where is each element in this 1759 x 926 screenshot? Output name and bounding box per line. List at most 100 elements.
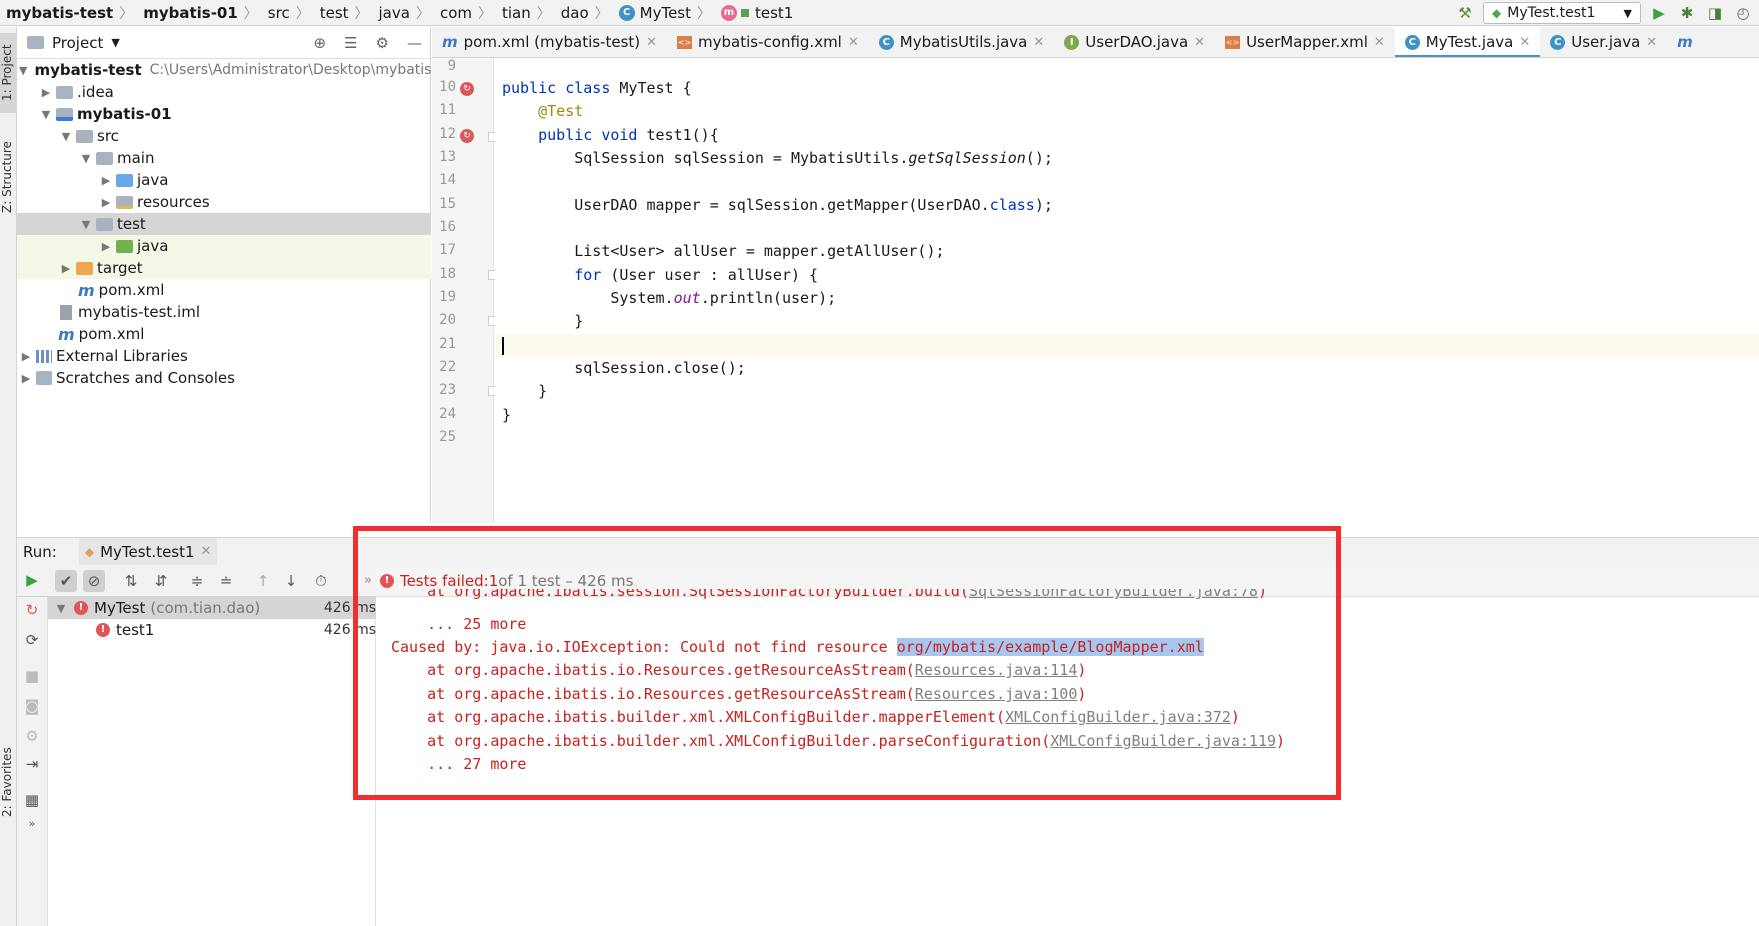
rerun-icon[interactable]: ▶ [21,569,43,591]
tab-pom-root[interactable]: m pom.xml (mybatis-test) ✕ [432,27,667,57]
close-icon[interactable]: ✕ [646,35,657,50]
code-editor[interactable]: public class MyTest { @Test public void … [495,58,1759,523]
tab-mybatis-config[interactable]: <> mybatis-config.xml ✕ [667,27,869,57]
sort-duration-icon[interactable]: ⇵ [150,570,172,592]
close-icon[interactable]: ✕ [1374,35,1385,50]
breadcrumb-project[interactable]: mybatis-test 〉 [0,0,137,26]
breadcrumb-test[interactable]: test 〉 [314,0,373,26]
line-number: 9 [447,58,456,74]
layout-icon[interactable]: ▦ [21,789,43,811]
test-class-row[interactable]: ▼ ! MyTest (com.tian.dao) 426 ms [48,597,376,619]
tree-item-scratches[interactable]: ▶ Scratches and Consoles [17,367,431,389]
coverage-icon[interactable]: ◨ [1705,3,1725,23]
camera-icon[interactable]: ◙ [21,695,43,717]
tab-overflow[interactable]: m [1667,27,1703,57]
import-tests-icon[interactable]: ⇥ [21,753,43,775]
settings-icon[interactable]: ⚙ [21,725,43,747]
tree-item-root-pom[interactable]: m pom.xml [17,323,431,345]
show-passed-toggle[interactable]: ✔ [55,570,77,592]
profile-icon[interactable]: ◴ [1733,3,1753,23]
run-test-method-icon[interactable]: ↻ [460,129,474,143]
tree-root-project[interactable]: ▼ mybatis-test C:\Users\Administrator\Des… [17,59,451,81]
build-hammer-icon[interactable]: ⚒ [1455,3,1475,23]
run-tab[interactable]: ◆ MyTest.test1 ✕ [78,537,218,566]
folder-icon [96,217,113,231]
tree-item-external-libraries[interactable]: ▶ External Libraries [17,345,431,367]
maven-icon: m [78,280,95,300]
locate-icon[interactable]: ⊕ [314,34,327,52]
breadcrumb-com[interactable]: com 〉 [434,0,496,26]
gear-icon[interactable]: ⚙ [376,34,389,52]
project-panel-title[interactable]: Project [52,34,103,52]
breadcrumb-module[interactable]: mybatis-01 〉 [137,0,262,26]
collapsed-arrow-icon: ▶ [101,173,111,187]
close-icon[interactable]: ✕ [1519,35,1530,50]
more-icon[interactable]: » [21,812,43,834]
breadcrumb-dao[interactable]: dao 〉 [555,0,613,26]
debug-icon[interactable]: ✱ [1677,3,1697,23]
breadcrumb-method[interactable]: m test1 [715,0,797,26]
rerun-failed-icon[interactable]: ↻ [21,599,43,621]
project-tool-tab[interactable]: 1: Project [0,33,17,113]
breadcrumb-class[interactable]: C MyTest 〉 [613,0,715,26]
chevron-down-icon[interactable]: ▼ [111,36,119,49]
highlight-box [353,526,1341,800]
tab-mybatis-utils[interactable]: C MybatisUtils.java ✕ [869,27,1055,57]
tab-user-dao[interactable]: I UserDAO.java ✕ [1054,27,1215,57]
line-number: 23 [439,382,456,398]
test-results-tree: ▼ ! MyTest (com.tian.dao) 426 ms ! test1… [48,597,376,926]
line-number: 10 [439,79,456,95]
close-icon[interactable]: ✕ [1646,35,1657,50]
next-failure-icon[interactable]: ↓ [280,570,302,592]
tab-my-test[interactable]: C MyTest.java ✕ [1394,27,1541,57]
collapsed-arrow-icon: ▶ [61,261,71,275]
source-folder-icon [116,173,133,187]
stop-icon[interactable]: ■ [21,665,43,687]
tree-item-iml[interactable]: mybatis-test.iml [17,301,431,323]
code-line: @Test [502,102,584,120]
code-line: for (User user : allUser) { [502,266,819,284]
structure-tool-tab[interactable]: Z: Structure [0,127,17,227]
history-icon[interactable]: ⏱ [310,570,332,592]
close-icon[interactable]: ✕ [1194,35,1205,50]
tree-item-target[interactable]: ▶ target [17,257,431,279]
close-icon[interactable]: ✕ [848,35,859,50]
test-method-row[interactable]: ! test1 426 ms [48,619,376,641]
test-config-icon: ◆ [1492,6,1502,20]
breadcrumb-tian[interactable]: tian 〉 [496,0,555,26]
tree-item-module[interactable]: ▼ mybatis-01 [17,103,431,125]
tab-user[interactable]: C User.java ✕ [1540,27,1667,57]
tree-item-module-pom[interactable]: m pom.xml [17,279,431,301]
show-ignored-toggle[interactable]: ⊘ [83,570,105,592]
run-side-toolbar: ▶ ↻ ⟳ ■ ◙ ⚙ ⇥ ▦ » [17,571,48,926]
expand-all-icon[interactable]: ≑ [186,570,208,592]
collapse-all-icon[interactable]: ≐ [215,570,237,592]
sort-alpha-icon[interactable]: ⇅ [120,570,142,592]
favorites-tool-tab[interactable]: 2: Favorites [0,735,17,830]
tab-user-mapper[interactable]: <> UserMapper.xml ✕ [1215,27,1395,57]
tree-item-src[interactable]: ▼ src [17,125,431,147]
breadcrumb-src[interactable]: src 〉 [262,0,314,26]
run-configuration-select[interactable]: ◆ MyTest.test1 ▼ [1483,2,1641,24]
tree-item-test-java[interactable]: ▶ java [17,235,431,257]
failed-icon: ! [96,623,110,637]
minimize-icon[interactable]: — [407,34,422,52]
tree-item-idea[interactable]: ▶ .idea [17,81,431,103]
tree-item-resources[interactable]: ▶ resources [17,191,431,213]
run-icon[interactable]: ▶ [1649,3,1669,23]
run-test-class-icon[interactable]: ↻ [460,82,474,96]
xml-file-icon: <> [677,35,693,49]
close-icon[interactable]: ✕ [1033,35,1044,50]
code-line: sqlSession.close(); [502,359,746,377]
collapsed-arrow-icon: ▶ [21,349,31,363]
collapse-all-icon[interactable]: ☰ [344,34,357,52]
breadcrumb-java[interactable]: java 〉 [373,0,434,26]
collapsed-arrow-icon: ▶ [21,371,31,385]
close-icon[interactable]: ✕ [201,544,212,559]
toggle-auto-test-icon[interactable]: ⟳ [21,629,43,651]
tree-item-test[interactable]: ▼ test [17,213,431,235]
folder-icon [76,129,93,143]
tree-item-main-java[interactable]: ▶ java [17,169,431,191]
previous-failure-icon[interactable]: ↑ [252,570,274,592]
tree-item-main[interactable]: ▼ main [17,147,431,169]
